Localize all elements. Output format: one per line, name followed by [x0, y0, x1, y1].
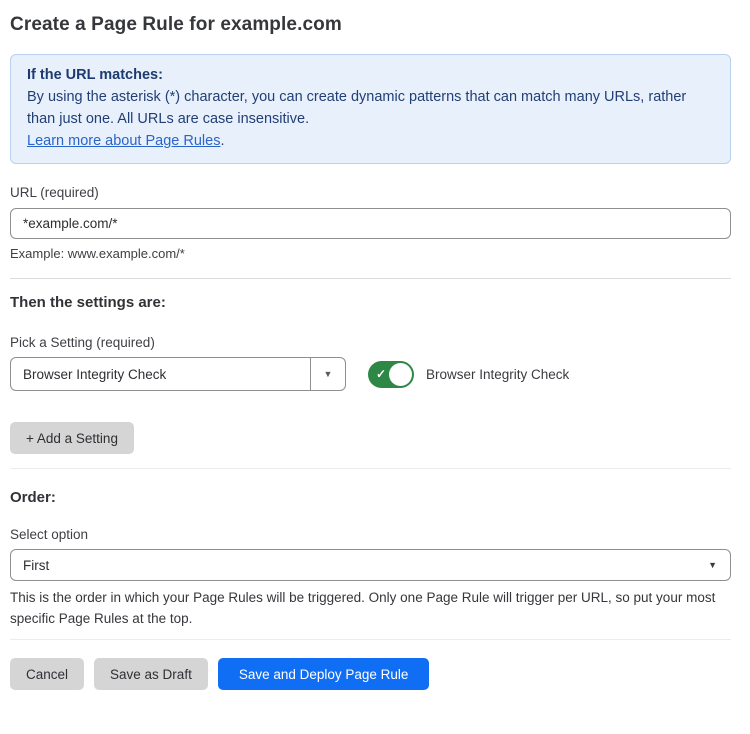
url-example-hint: Example: www.example.com/*	[10, 246, 731, 261]
pick-setting-label: Pick a Setting (required)	[10, 335, 731, 350]
info-box-link-line: Learn more about Page Rules.	[27, 130, 714, 152]
setting-select[interactable]: Browser Integrity Check ▼	[10, 357, 346, 391]
footer-divider	[10, 639, 731, 640]
setting-row: Browser Integrity Check ▼ ✓ Browser Inte…	[10, 357, 731, 391]
order-select[interactable]: First ▼	[10, 549, 731, 581]
page-title: Create a Page Rule for example.com	[10, 14, 731, 36]
url-label: URL (required)	[10, 185, 731, 200]
learn-more-link[interactable]: Learn more about Page Rules	[27, 133, 220, 149]
settings-heading: Then the settings are:	[10, 294, 731, 311]
info-box-heading: If the URL matches:	[27, 64, 714, 86]
save-and-deploy-button[interactable]: Save and Deploy Page Rule	[218, 658, 430, 690]
chevron-down-icon: ▼	[324, 370, 333, 379]
footer-actions: Cancel Save as Draft Save and Deploy Pag…	[10, 658, 731, 690]
add-setting-button[interactable]: + Add a Setting	[10, 422, 134, 454]
order-select-label: Select option	[10, 527, 731, 542]
toggle-label: Browser Integrity Check	[426, 367, 569, 382]
setting-select-value: Browser Integrity Check	[11, 367, 310, 382]
section-divider	[10, 278, 731, 279]
order-heading: Order:	[10, 489, 731, 506]
chevron-down-icon: ▼	[708, 561, 717, 570]
setting-toggle-group: ✓ Browser Integrity Check	[368, 361, 569, 388]
setting-toggle[interactable]: ✓	[368, 361, 414, 388]
info-box-body: By using the asterisk (*) character, you…	[27, 86, 714, 130]
toggle-knob	[389, 363, 412, 386]
order-select-value: First	[23, 558, 49, 573]
create-page-rule-form: Create a Page Rule for example.com If th…	[10, 14, 731, 690]
save-as-draft-button[interactable]: Save as Draft	[94, 658, 208, 690]
order-help-text: This is the order in which your Page Rul…	[10, 587, 731, 629]
url-input[interactable]	[10, 208, 731, 239]
check-icon: ✓	[376, 367, 386, 381]
section-divider-light	[10, 468, 731, 469]
setting-select-arrow-button[interactable]: ▼	[310, 358, 345, 390]
cancel-button[interactable]: Cancel	[10, 658, 84, 690]
link-period: .	[220, 133, 224, 149]
url-match-info-box: If the URL matches: By using the asteris…	[10, 54, 731, 164]
